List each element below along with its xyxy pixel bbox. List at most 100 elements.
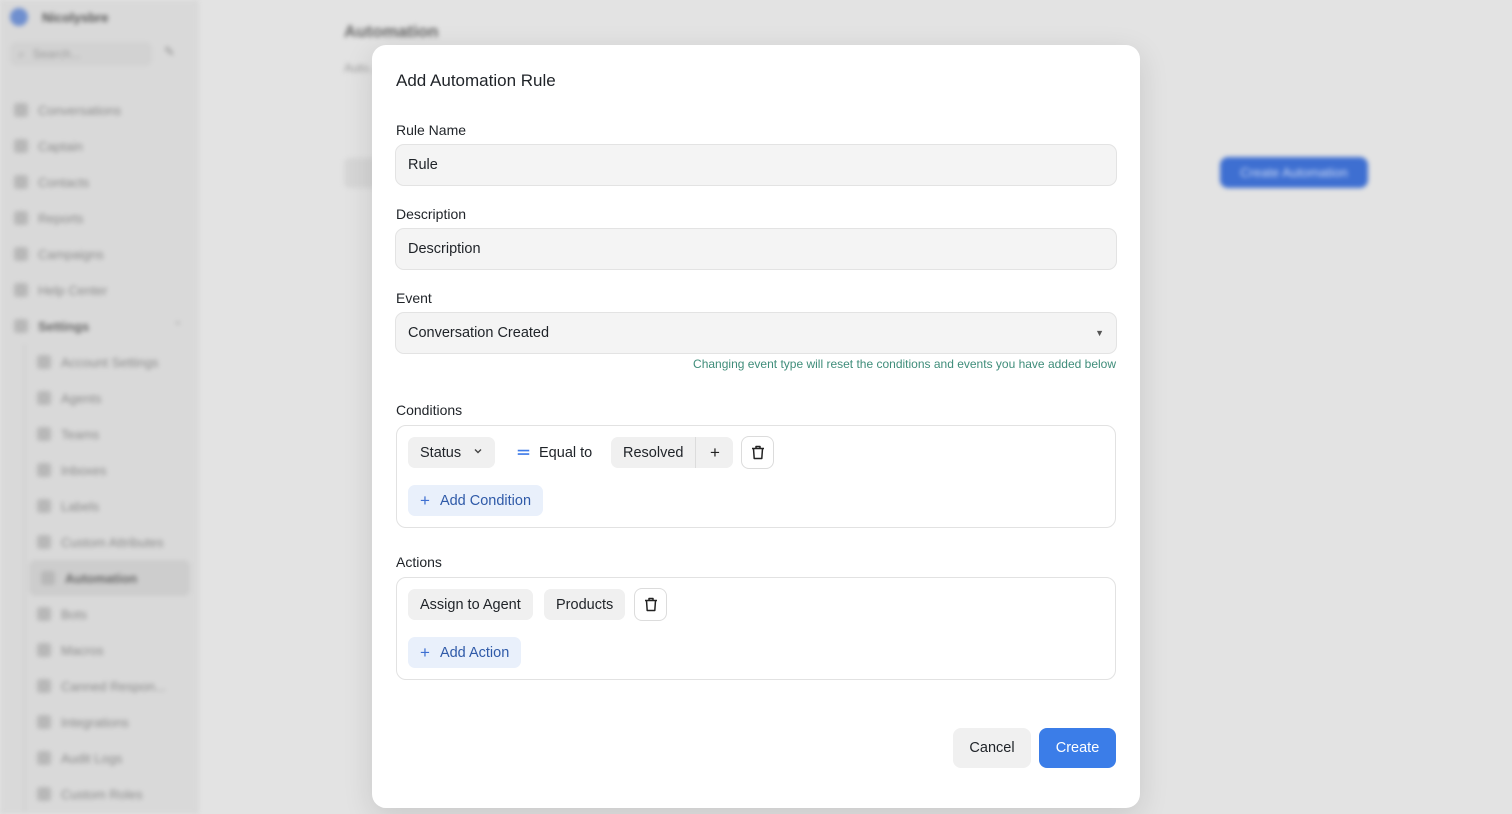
add-action-button[interactable]: + Add Action [408,637,522,668]
trash-icon [751,445,764,460]
sidebar-item-label: Audit Logs [61,750,123,766]
rule-name-input[interactable]: Rule [395,144,1117,186]
actions-box: Assign to Agent Products + Add Action [396,577,1116,680]
plus-icon[interactable]: + [695,437,733,468]
condition-value[interactable]: Resolved [611,445,695,461]
create-button[interactable]: Create [1039,728,1116,768]
add-action-label: Add Action [439,644,510,661]
sidebar-item-custom-attributes[interactable]: Custom Attributes [25,524,198,560]
sidebar-item-teams[interactable]: Teams [25,416,198,452]
sidebar-item-captain[interactable]: Captain [0,128,198,164]
condition-attribute-select[interactable]: Status [408,437,496,468]
inbox-icon [37,463,51,477]
sidebar-item-label: Labels [61,498,100,514]
automation-icon [41,571,55,585]
add-automation-modal: Add Automation Rule Rule Name Rule Descr… [372,45,1140,808]
chat-icon [14,103,28,117]
roles-icon [37,787,51,801]
sidebar-item-macros[interactable]: Macros [25,632,198,668]
cancel-button[interactable]: Cancel [953,728,1031,768]
sidebar-item-label: Macros [61,642,104,658]
contacts-icon [14,175,28,189]
condition-attribute-value: Status [420,444,462,461]
add-condition-label: Add Condition [439,492,532,509]
integrations-icon [37,715,51,729]
sidebar-item-integrations[interactable]: Integrations [25,704,198,740]
tag-icon [37,499,51,513]
page-title: Automation [344,22,439,41]
event-select-value: Conversation Created [408,325,550,341]
sidebar-item-account-settings[interactable]: Account Settings [25,344,198,380]
action-type-select[interactable]: Assign to Agent [408,589,533,620]
sidebar-search[interactable]: ⌕ Search... [10,42,152,66]
sidebar-search-placeholder: Search... [32,47,81,61]
sidebar-item-campaigns[interactable]: Campaigns [0,236,198,272]
sidebar-item-label: Custom Attributes [61,534,164,550]
condition-value-group: Resolved + [611,437,734,468]
book-icon [14,283,28,297]
sidebar-nav: Conversations Captain Contacts Reports C… [0,92,198,812]
sidebar-item-canned-responses[interactable]: Canned Respon... [25,668,198,704]
sidebar-item-label: Contacts [38,174,90,190]
chevron-down-icon [473,446,483,459]
sidebar-item-audit-logs[interactable]: Audit Logs [25,740,198,776]
sidebar-item-label: Account Settings [61,354,159,370]
plus-icon: + [420,490,430,510]
chevron-up-icon: ⌃ [173,320,182,332]
description-input[interactable]: Description [395,228,1117,270]
sidebar-item-reports[interactable]: Reports [0,200,198,236]
event-hint: Changing event type will reset the condi… [693,357,1116,371]
macro-icon [37,643,51,657]
agents-icon [37,391,51,405]
condition-operator-select[interactable]: ＝ Equal to [516,437,592,468]
sidebar-item-label: Agents [61,390,102,406]
compose-icon[interactable]: ✎ [164,44,184,64]
actions-label: Actions [396,554,442,570]
sidebar-item-help-center[interactable]: Help Center [0,272,198,308]
sidebar: Nicolysbre ⌕ Search... ✎ Conversations C… [0,0,198,814]
condition-operator-value: Equal to [539,444,593,461]
sidebar-item-agents[interactable]: Agents [25,380,198,416]
conditions-box: Status ＝ Equal to Resolved + + Add Condi… [396,425,1116,528]
sidebar-item-conversations[interactable]: Conversations [0,92,198,128]
sidebar-item-label: Integrations [61,714,129,730]
sidebar-item-automation[interactable]: Automation [29,560,190,596]
delete-action-button[interactable] [634,588,667,621]
sidebar-item-labels[interactable]: Labels [25,488,198,524]
sidebar-item-bots[interactable]: Bots [25,596,198,632]
action-type-value: Assign to Agent [420,596,521,613]
action-value: Products [556,596,614,613]
sidebar-item-label: Automation [65,570,138,586]
equals-icon: ＝ [516,445,532,462]
code-icon [37,535,51,549]
sidebar-item-contacts[interactable]: Contacts [0,164,198,200]
captain-icon [14,139,28,153]
delete-condition-button[interactable] [741,436,774,469]
teams-icon [37,427,51,441]
create-automation-button[interactable]: Create Automation [1220,157,1368,188]
sidebar-item-inboxes[interactable]: Inboxes [25,452,198,488]
add-condition-button[interactable]: + Add Condition [408,485,544,516]
sidebar-item-label: Captain [38,138,83,154]
sidebar-item-settings[interactable]: Settings ⌃ [0,308,198,344]
sidebar-item-label: Help Center [38,282,108,298]
modal-title: Add Automation Rule [396,71,556,90]
event-label: Event [396,290,432,306]
bot-icon [37,607,51,621]
account-icon [37,355,51,369]
event-select[interactable]: Conversation Created ▼ [395,312,1117,354]
settings-submenu: Account Settings Agents Teams Inboxes La… [24,344,198,812]
description-label: Description [396,206,467,222]
action-value-select[interactable]: Products [544,589,626,620]
workspace-switcher[interactable]: Nicolysbre [10,8,108,26]
reports-icon [14,211,28,225]
logs-icon [37,751,51,765]
workspace-name: Nicolysbre [42,9,109,25]
trash-icon [644,597,657,612]
sidebar-item-label: Campaigns [38,246,104,262]
sidebar-item-label: Custom Roles [61,786,143,802]
conditions-label: Conditions [396,402,463,418]
plus-icon: + [420,642,430,662]
sidebar-item-custom-roles[interactable]: Custom Roles [25,776,198,812]
sidebar-item-label: Teams [61,426,100,442]
